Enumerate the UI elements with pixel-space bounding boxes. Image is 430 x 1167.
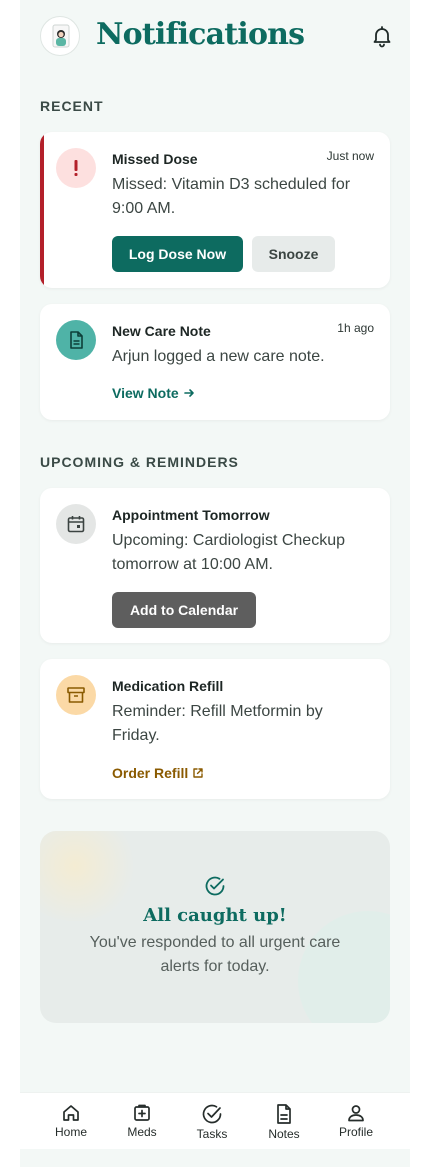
- card-message: Upcoming: Cardiologist Checkup tomorrow …: [112, 532, 345, 573]
- alert-icon: [56, 148, 96, 188]
- nav-label: Profile: [338, 1125, 373, 1139]
- bottom-nav: Home Meds Tasks Notes Profile: [20, 1092, 410, 1149]
- nav-item-home[interactable]: Home: [41, 1103, 101, 1139]
- app-screen: Notifications RECENT Missed Dose Just no…: [20, 0, 410, 1167]
- calendar-icon: [56, 504, 96, 544]
- card-message: Arjun logged a new care note.: [112, 348, 325, 365]
- check-circle-icon: [203, 874, 227, 898]
- add-to-calendar-button[interactable]: Add to Calendar: [112, 592, 256, 628]
- external-link-icon: [193, 768, 203, 778]
- page-title: Notifications: [96, 17, 305, 52]
- nav-item-meds[interactable]: Meds: [112, 1103, 172, 1139]
- nav-label: Home: [54, 1125, 87, 1139]
- bell-icon[interactable]: [370, 24, 394, 48]
- all-caught-up-panel: All caught up! You've responded to all u…: [40, 831, 390, 1023]
- nav-item-profile[interactable]: Profile: [326, 1103, 386, 1139]
- appointment-card: Appointment Tomorrow Upcoming: Cardiolog…: [40, 488, 390, 643]
- missed-dose-card: Missed Dose Just now Missed: Vitamin D3 …: [40, 132, 390, 288]
- header: Notifications: [20, 0, 410, 72]
- avatar[interactable]: [40, 16, 80, 56]
- view-note-link[interactable]: View Note: [112, 385, 195, 401]
- card-title: Medication Refill: [112, 678, 224, 694]
- home-icon: [63, 1105, 79, 1121]
- care-note-card: New Care Note 1h ago Arjun logged a new …: [40, 304, 390, 420]
- log-dose-button[interactable]: Log Dose Now: [112, 236, 243, 272]
- nav-item-tasks[interactable]: Tasks: [182, 1103, 242, 1141]
- medkit-icon: [134, 1104, 150, 1121]
- document-icon: [277, 1104, 291, 1124]
- card-title: Appointment Tomorrow: [112, 507, 270, 523]
- caught-up-title: All caught up!: [143, 905, 287, 926]
- section-label-upcoming: UPCOMING & REMINDERS: [40, 454, 239, 470]
- refill-card: Medication Refill Reminder: Refill Metfo…: [40, 659, 390, 799]
- user-icon: [348, 1105, 364, 1122]
- link-label: Order Refill: [112, 765, 189, 781]
- card-message: Missed: Vitamin D3 scheduled for 9:00 AM…: [112, 176, 351, 217]
- snooze-button[interactable]: Snooze: [252, 236, 335, 272]
- card-title: New Care Note: [112, 323, 211, 339]
- nav-label: Meds: [127, 1125, 157, 1139]
- archive-box-icon: [56, 675, 96, 715]
- arrow-right-icon: [183, 389, 194, 397]
- order-refill-link[interactable]: Order Refill: [112, 765, 204, 781]
- timestamp: Just now: [326, 149, 374, 163]
- link-label: View Note: [112, 385, 179, 401]
- caught-up-message: You've responded to all urgent care aler…: [89, 934, 341, 975]
- card-message: Reminder: Refill Metformin by Friday.: [112, 703, 323, 744]
- nav-label: Tasks: [196, 1127, 228, 1141]
- nav-item-notes[interactable]: Notes: [254, 1103, 314, 1141]
- nav-label: Notes: [268, 1127, 300, 1141]
- check-circle-icon: [202, 1104, 222, 1124]
- card-title: Missed Dose: [112, 151, 198, 167]
- section-label-recent: RECENT: [40, 98, 104, 114]
- timestamp: 1h ago: [337, 321, 374, 335]
- document-icon: [56, 320, 96, 360]
